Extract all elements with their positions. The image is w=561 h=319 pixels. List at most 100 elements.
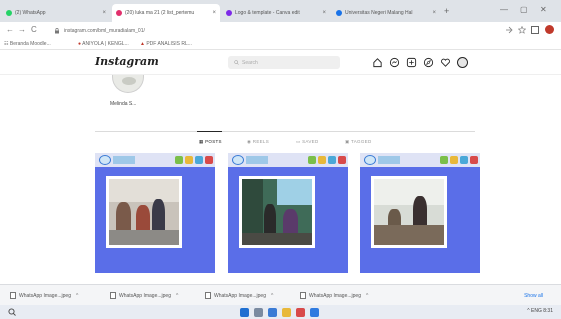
- tab-label: Universitas Negeri Malang Hal: [345, 10, 413, 16]
- post-photo-frame: [106, 176, 182, 248]
- tab-instagram[interactable]: (20) luka ma 21 (2 list_pertemu ×: [112, 4, 220, 22]
- sidebar-icon[interactable]: [531, 26, 539, 34]
- profile-username[interactable]: Melinda S...: [110, 101, 136, 107]
- university-icon: [336, 10, 342, 16]
- bookmarks-bar: ☷ Beranda Moodle... ● ANIYOLA | KENGL...…: [0, 38, 561, 50]
- post-photo-frame: [371, 176, 447, 248]
- close-tab-icon[interactable]: ×: [432, 10, 436, 16]
- instagram-logo[interactable]: Instagram: [95, 55, 159, 68]
- profile-avatar-icon[interactable]: [457, 57, 468, 68]
- word-icon[interactable]: [310, 308, 319, 317]
- home-icon[interactable]: [372, 57, 383, 68]
- address-bar[interactable]: instagram.com/bml_muradialam_01/: [48, 25, 518, 36]
- badge-icon: [440, 156, 448, 164]
- tab-tagged[interactable]: ▣ TAGGED: [345, 139, 372, 145]
- start-icon[interactable]: [8, 308, 16, 316]
- folder-icon[interactable]: [282, 308, 291, 317]
- banner-logo-icon: [246, 156, 268, 164]
- post-header-band: [228, 153, 348, 167]
- download-item[interactable]: WhatsApp Image...jpeg ^: [10, 292, 78, 299]
- tab-reels[interactable]: ◉ REELS: [247, 139, 269, 145]
- windows-icon[interactable]: [240, 308, 249, 317]
- tab-label: (2) WhatsApp: [15, 10, 46, 16]
- file-icon: [205, 292, 211, 299]
- browser-toolbar: ← → C instagram.com/bml_muradialam_01/: [0, 22, 561, 38]
- whatsapp-icon: [6, 10, 12, 16]
- instagram-icon: [116, 10, 122, 16]
- close-tab-icon[interactable]: ×: [322, 10, 326, 16]
- classroom-photo: [109, 179, 179, 245]
- download-item[interactable]: WhatsApp Image...jpeg ^: [300, 292, 368, 299]
- university-logo-icon: [99, 155, 111, 165]
- tab-posts[interactable]: ▦ POSTS: [199, 139, 222, 145]
- tab-label: (20) luka ma 21 (2 list_pertemu: [125, 10, 195, 16]
- star-icon[interactable]: [518, 26, 526, 34]
- banner-logo-icon: [113, 156, 135, 164]
- post-header-band: [95, 153, 215, 167]
- chrome-icon[interactable]: [296, 308, 305, 317]
- forward-button[interactable]: →: [18, 25, 26, 34]
- messenger-icon[interactable]: [389, 57, 400, 68]
- explore-icon[interactable]: [423, 57, 434, 68]
- badge-icon: [328, 156, 336, 164]
- divider: [95, 131, 475, 132]
- maximize-button[interactable]: ▢: [520, 5, 528, 14]
- post-header-band: [360, 153, 480, 167]
- banner-logo-icon: [378, 156, 400, 164]
- avatar[interactable]: [112, 75, 144, 93]
- search-input[interactable]: Search: [228, 56, 340, 69]
- badge-icon: [450, 156, 458, 164]
- bookmark-item[interactable]: ● ANIYOLA | KENGL...: [78, 41, 129, 47]
- post-2[interactable]: [228, 153, 348, 273]
- chevron-up-icon[interactable]: ^: [271, 293, 273, 299]
- new-tab-button[interactable]: +: [444, 6, 449, 16]
- tab-strip: (2) WhatsApp × (20) luka ma 21 (2 list_p…: [0, 0, 561, 22]
- search-icon: [234, 60, 239, 65]
- lock-icon: [55, 27, 59, 33]
- download-item[interactable]: WhatsApp Image...jpeg ^: [205, 292, 273, 299]
- chevron-up-icon[interactable]: ^: [176, 293, 178, 299]
- students-photo: [374, 179, 444, 245]
- badge-icon: [205, 156, 213, 164]
- file-icon: [110, 292, 116, 299]
- university-logo-icon: [364, 155, 376, 165]
- close-window-button[interactable]: ✕: [540, 5, 547, 14]
- badge-icon: [195, 156, 203, 164]
- close-tab-icon[interactable]: ×: [212, 10, 216, 16]
- post-1[interactable]: [95, 153, 215, 273]
- share-icon[interactable]: [505, 26, 513, 34]
- bookmark-item[interactable]: ▲ PDF ANALISIS RL...: [140, 41, 192, 47]
- search-icon[interactable]: [254, 308, 263, 317]
- bookmark-item[interactable]: ☷ Beranda Moodle...: [4, 41, 51, 47]
- post-3[interactable]: [360, 153, 480, 273]
- badge-icon: [175, 156, 183, 164]
- task-view-icon[interactable]: [268, 308, 277, 317]
- tab-university[interactable]: Universitas Negeri Malang Hal ×: [332, 4, 440, 22]
- chevron-up-icon[interactable]: ^: [366, 293, 368, 299]
- show-all-link[interactable]: Show all: [524, 293, 543, 299]
- tab-label: Logo & template - Canva edit: [235, 10, 300, 16]
- badge-icon: [185, 156, 193, 164]
- tab-canva[interactable]: Logo & template - Canva edit ×: [222, 4, 330, 22]
- badge-icon: [470, 156, 478, 164]
- profile-avatar-icon[interactable]: [545, 25, 554, 34]
- new-post-icon[interactable]: [406, 57, 417, 68]
- download-item[interactable]: WhatsApp Image...jpeg ^: [110, 292, 178, 299]
- reload-button[interactable]: C: [31, 25, 37, 34]
- tab-whatsapp[interactable]: (2) WhatsApp ×: [2, 4, 110, 22]
- badge-icon: [318, 156, 326, 164]
- taskbar: ^ ENG 8:31: [0, 305, 561, 319]
- heart-icon[interactable]: [440, 57, 451, 68]
- search-placeholder: Search: [242, 59, 258, 66]
- back-button[interactable]: ←: [6, 25, 14, 34]
- chevron-up-icon[interactable]: ^: [76, 293, 78, 299]
- badge-icon: [460, 156, 468, 164]
- file-icon: [300, 292, 306, 299]
- tab-saved[interactable]: ▭ SAVED: [296, 139, 319, 145]
- instagram-header: Instagram Search: [0, 51, 561, 75]
- minimize-button[interactable]: —: [500, 5, 508, 14]
- badge-icon: [308, 156, 316, 164]
- active-tab-indicator: [197, 131, 222, 132]
- close-tab-icon[interactable]: ×: [102, 10, 106, 16]
- system-tray[interactable]: ^ ENG 8:31: [527, 308, 553, 314]
